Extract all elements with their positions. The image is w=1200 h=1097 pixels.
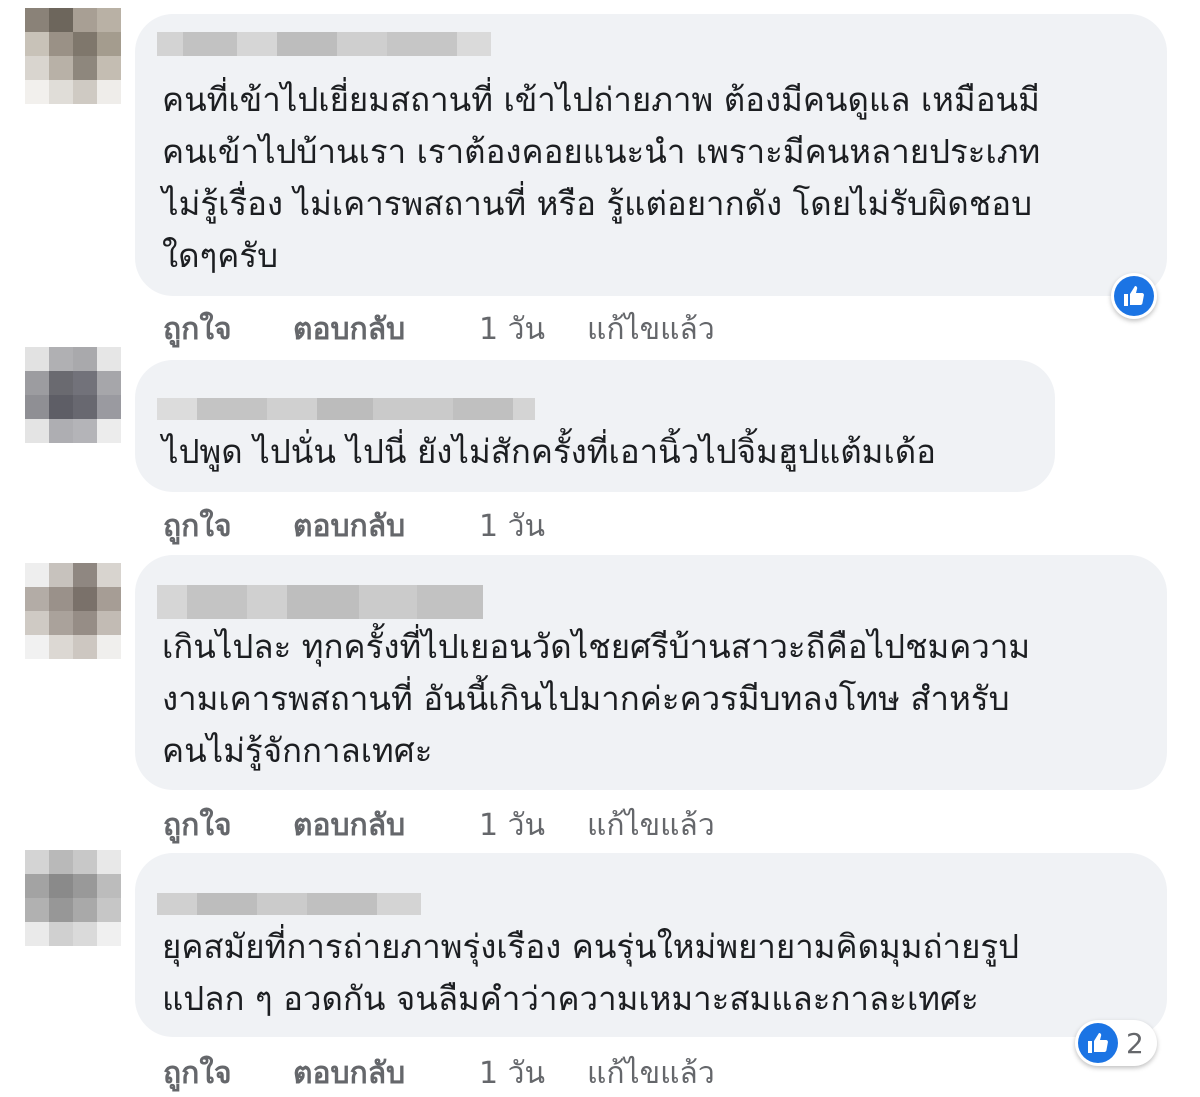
like-link[interactable]: ถูกใจ xyxy=(163,503,293,550)
commenter-name-blurred[interactable] xyxy=(157,32,491,56)
comment-text: ไปพูด ไปนั่น ไปนี่ ยังไม่สักครั้งที่เอาน… xyxy=(162,432,936,471)
reply-link[interactable]: ตอบกลับ xyxy=(293,306,479,353)
comment-bubble: เกินไปละ ทุกครั้งที่ไปเยอนวัดไชยศรีบ้านส… xyxy=(135,555,1167,790)
avatar[interactable] xyxy=(25,347,121,443)
reaction-summary[interactable]: 2 xyxy=(1075,1020,1157,1066)
comment-text: คนที่เข้าไปเยี่ยมสถานที่ เข้าไปถ่ายภาพ ต… xyxy=(162,80,1041,275)
timestamp[interactable]: 1 วัน xyxy=(479,1050,587,1097)
avatar[interactable] xyxy=(25,8,121,104)
timestamp[interactable]: 1 วัน xyxy=(479,802,587,849)
comment-text: ยุคสมัยที่การถ่ายภาพรุ่งเรือง คนรุ่นใหม่… xyxy=(162,927,1020,1018)
like-link[interactable]: ถูกใจ xyxy=(163,802,293,849)
like-link[interactable]: ถูกใจ xyxy=(163,306,293,353)
reply-link[interactable]: ตอบกลับ xyxy=(293,503,479,550)
timestamp[interactable]: 1 วัน xyxy=(479,503,587,550)
comment-bubble: ยุคสมัยที่การถ่ายภาพรุ่งเรือง คนรุ่นใหม่… xyxy=(135,853,1167,1037)
timestamp[interactable]: 1 วัน xyxy=(479,306,587,353)
like-link[interactable]: ถูกใจ xyxy=(163,1050,293,1097)
commenter-name-blurred[interactable] xyxy=(157,585,483,619)
commenter-name-blurred[interactable] xyxy=(157,398,535,420)
reaction-summary[interactable] xyxy=(1111,273,1157,319)
thumbs-up-icon xyxy=(1078,1023,1118,1063)
reply-link[interactable]: ตอบกลับ xyxy=(293,1050,479,1097)
reply-link[interactable]: ตอบกลับ xyxy=(293,802,479,849)
thumbs-up-icon xyxy=(1114,276,1154,316)
edited-label: แก้ไขแล้ว xyxy=(587,1056,715,1091)
avatar[interactable] xyxy=(25,563,121,659)
commenter-name-blurred[interactable] xyxy=(157,893,421,915)
comment-bubble: คนที่เข้าไปเยี่ยมสถานที่ เข้าไปถ่ายภาพ ต… xyxy=(135,14,1167,296)
edited-label: แก้ไขแล้ว xyxy=(587,808,715,843)
reaction-count: 2 xyxy=(1126,1026,1144,1060)
avatar[interactable] xyxy=(25,850,121,946)
comment-bubble: ไปพูด ไปนั่น ไปนี่ ยังไม่สักครั้งที่เอาน… xyxy=(135,360,1055,492)
comment-text: เกินไปละ ทุกครั้งที่ไปเยอนวัดไชยศรีบ้านส… xyxy=(162,627,1031,770)
edited-label: แก้ไขแล้ว xyxy=(587,312,715,347)
